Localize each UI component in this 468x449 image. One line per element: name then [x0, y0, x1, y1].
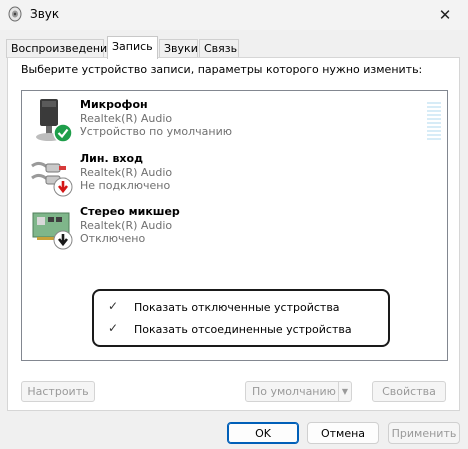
- context-menu: ✓ Показать отключенные устройства ✓ Пока…: [92, 289, 390, 347]
- tab-communications[interactable]: Связь: [199, 39, 239, 58]
- sound-card-icon: [32, 212, 73, 250]
- close-button[interactable]: ✕: [422, 0, 468, 30]
- menu-item-show-disabled[interactable]: ✓ Показать отключенные устройства: [94, 297, 388, 319]
- recording-panel: Выберите устройство записи, параметры ко…: [7, 57, 460, 411]
- device-name: Микрофон: [80, 98, 148, 111]
- device-driver: Realtek(R) Audio: [80, 166, 173, 179]
- cancel-button[interactable]: Отмена: [307, 422, 379, 444]
- device-list[interactable]: Микрофон Realtek(R) Audio Устройство по …: [21, 90, 448, 361]
- panel-prompt: Выберите устройство записи, параметры ко…: [21, 63, 423, 76]
- chevron-down-icon[interactable]: ▼: [338, 382, 351, 401]
- device-item-stereo-mix[interactable]: Стерео микшер Realtek(R) Audio Отключено: [22, 201, 422, 255]
- close-icon: ✕: [438, 6, 452, 24]
- device-item-line-in[interactable]: Лин. вход Realtek(R) Audio Не подключено: [22, 148, 422, 202]
- tab-sounds[interactable]: Звуки: [159, 39, 198, 58]
- properties-button[interactable]: Свойства: [372, 381, 446, 402]
- set-default-label: По умолчанию: [252, 385, 336, 398]
- check-icon: ✓: [108, 299, 119, 313]
- level-meter: [427, 102, 441, 140]
- line-in-cable-icon: [31, 161, 73, 197]
- default-check-icon: [53, 123, 73, 143]
- speaker-icon: [8, 6, 22, 22]
- device-status: Не подключено: [80, 179, 171, 192]
- device-item-microphone[interactable]: Микрофон Realtek(R) Audio Устройство по …: [22, 94, 441, 148]
- device-status: Отключено: [80, 232, 146, 245]
- device-driver: Realtek(R) Audio: [80, 219, 173, 232]
- tab-playback[interactable]: Воспроизведение: [6, 39, 114, 58]
- title-bar: Звук ✕: [0, 0, 468, 30]
- menu-item-show-disconnected[interactable]: ✓ Показать отсоединенные устройства: [94, 319, 388, 341]
- device-status: Устройство по умолчанию: [80, 125, 233, 138]
- device-driver: Realtek(R) Audio: [80, 112, 173, 125]
- menu-item-label: Показать отсоединенные устройства: [134, 323, 352, 336]
- tab-recording[interactable]: Запись: [107, 36, 158, 59]
- window-title: Звук: [30, 7, 60, 21]
- microphone-icon: [36, 99, 73, 143]
- device-name: Стерео микшер: [80, 205, 180, 218]
- apply-button[interactable]: Применить: [388, 422, 460, 444]
- check-icon: ✓: [108, 321, 119, 335]
- device-name: Лин. вход: [80, 152, 143, 165]
- menu-item-label: Показать отключенные устройства: [134, 301, 340, 314]
- configure-button[interactable]: Настроить: [21, 381, 95, 402]
- ok-button[interactable]: OK: [227, 422, 299, 444]
- set-default-button[interactable]: По умолчанию ▼: [245, 381, 352, 402]
